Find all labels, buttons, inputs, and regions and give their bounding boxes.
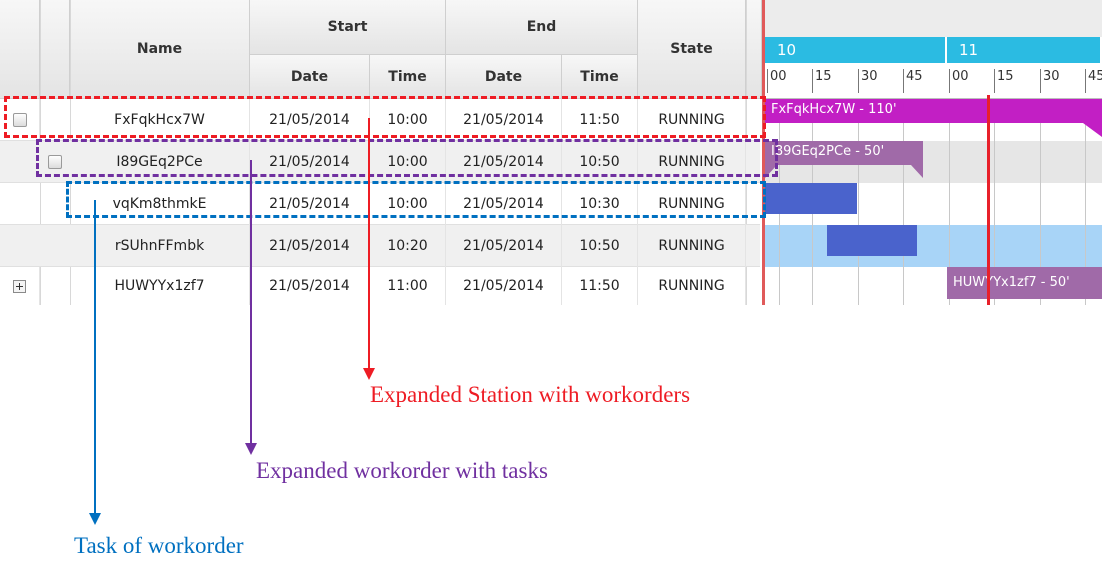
annotation-task: Task of workorder <box>74 533 244 558</box>
annotation-arrows <box>89 118 375 525</box>
annotation-station: Expanded Station with workorders <box>370 382 691 407</box>
annotation-workorder: Expanded workorder with tasks <box>256 458 548 483</box>
